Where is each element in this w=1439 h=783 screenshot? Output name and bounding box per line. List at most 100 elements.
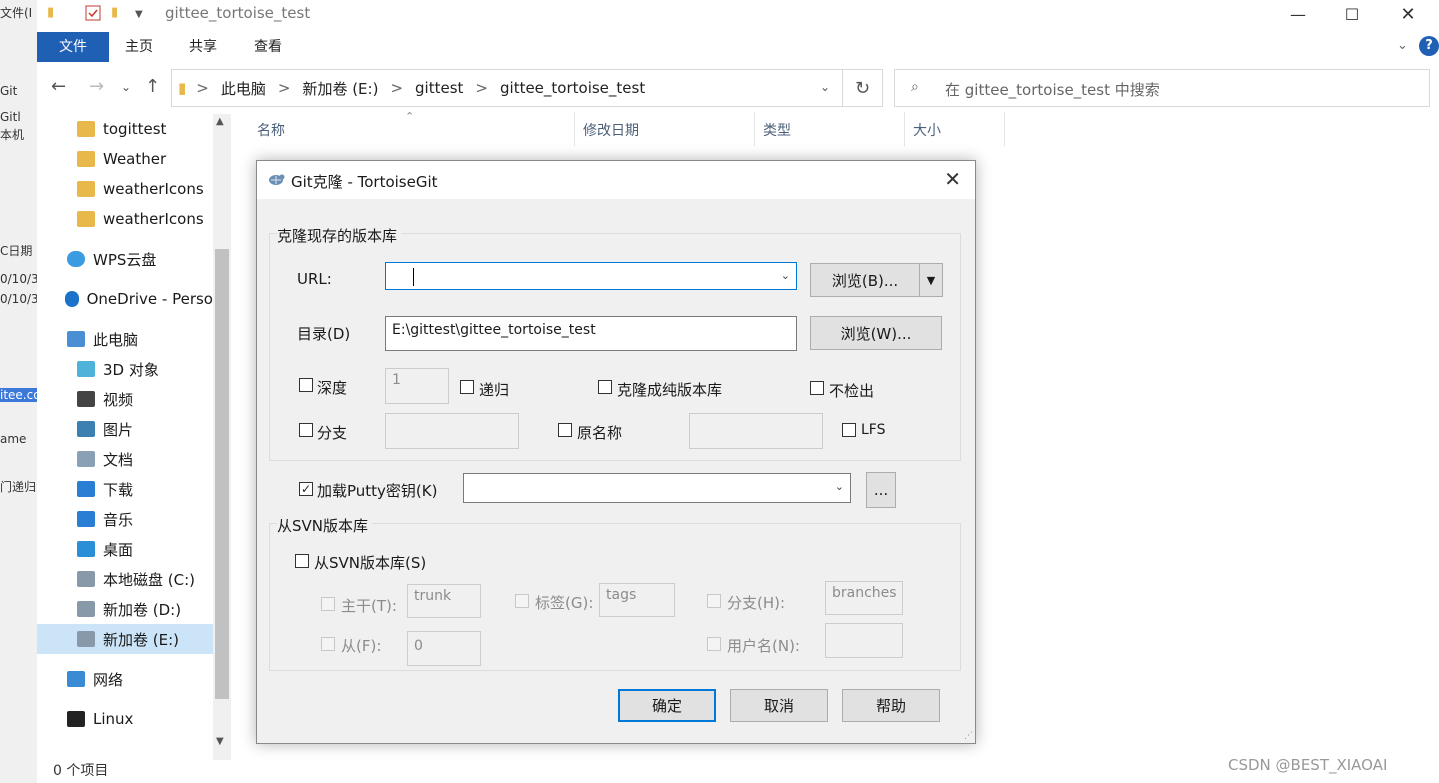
column-size[interactable]: 大小 [913, 120, 941, 140]
tags-checkbox[interactable] [515, 594, 529, 608]
trunk-input[interactable]: trunk [407, 584, 481, 618]
ribbon-expand-icon[interactable]: ⌄ [1397, 38, 1408, 53]
sidebar-item-14[interactable]: 本地磁盘 (C:) [37, 564, 213, 594]
address-dropdown-icon[interactable]: ⌄ [820, 80, 830, 94]
dialog-close-button[interactable]: ✕ [944, 167, 961, 191]
from-revision-input[interactable]: 0 [407, 631, 481, 666]
search-input[interactable]: ⌕ 在 gittee_tortoise_test 中搜索 [894, 69, 1430, 107]
branch-label: 分支 [317, 424, 348, 442]
sidebar-item-0[interactable]: togittest [37, 114, 213, 144]
column-divider[interactable] [1004, 112, 1005, 146]
sidebar-item-17[interactable]: 网络 [37, 664, 213, 694]
resize-grip-icon[interactable]: ⋰ [964, 731, 973, 741]
from-svn-checkbox[interactable] [295, 554, 309, 568]
recent-locations-icon[interactable]: ⌄ [121, 80, 131, 94]
sidebar-item-18[interactable]: Linux [37, 704, 213, 734]
trunk-checkbox[interactable] [321, 597, 335, 611]
column-divider[interactable] [574, 112, 575, 146]
load-putty-key-checkbox[interactable]: ✓ [299, 482, 313, 496]
lfs-checkbox[interactable] [842, 423, 856, 437]
minimize-button[interactable]: — [1275, 0, 1321, 28]
username-checkbox[interactable] [707, 637, 721, 651]
new-folder-icon[interactable]: ▮ [111, 5, 118, 20]
directory-input[interactable]: E:\gittest\gittee_tortoise_test [385, 316, 797, 351]
sidebar-item-4[interactable]: WPS云盘 [37, 244, 213, 274]
refresh-button[interactable]: ↻ [843, 69, 883, 107]
quick-access-dropdown-icon[interactable]: ▼ [135, 9, 143, 20]
close-button[interactable]: ✕ [1385, 0, 1431, 28]
recursive-checkbox[interactable] [460, 380, 474, 394]
scrollbar-thumb[interactable] [215, 249, 229, 699]
recursive-label: 递归 [479, 381, 510, 399]
url-label: URL: [297, 270, 332, 288]
explorer-titlebar: ▮ ▮ ▼ gittee_tortoise_test — ☐ ✕ [37, 0, 1439, 28]
from-revision-checkbox[interactable] [321, 637, 335, 651]
sidebar-item-9[interactable]: 图片 [37, 414, 213, 444]
branches-label: 分支(H): [727, 594, 786, 612]
no-checkout-checkbox[interactable] [810, 381, 824, 395]
from-revision-label: 从(F): [341, 637, 382, 655]
sidebar-item-label: 网络 [93, 670, 124, 689]
column-divider[interactable] [904, 112, 905, 146]
bg-text: 0/10/3 [0, 292, 37, 306]
branch-input[interactable] [385, 413, 519, 449]
sidebar-item-7[interactable]: 3D 对象 [37, 354, 213, 384]
breadcrumb-this-pc[interactable]: 此电脑 [221, 78, 266, 99]
column-type[interactable]: 类型 [763, 120, 791, 140]
column-name[interactable]: 名称 [257, 120, 285, 140]
sidebar-item-12[interactable]: 音乐 [37, 504, 213, 534]
sidebar-item-11[interactable]: 下载 [37, 474, 213, 504]
properties-icon[interactable] [85, 5, 101, 25]
sidebar-item-label: 图片 [103, 420, 134, 439]
ok-button[interactable]: 确定 [618, 689, 716, 722]
depth-checkbox[interactable] [299, 378, 313, 392]
sidebar-item-1[interactable]: Weather [37, 144, 213, 174]
putty-key-browse-button[interactable]: ... [866, 472, 896, 508]
up-arrow-icon[interactable]: ↑ [145, 76, 160, 97]
column-date-modified[interactable]: 修改日期 [583, 120, 639, 140]
address-bar[interactable]: ▮ > 此电脑 > 新加卷 (E:) > gittest > gittee_to… [171, 69, 843, 107]
tab-view[interactable]: 查看 [244, 32, 292, 62]
bare-repo-checkbox[interactable] [598, 380, 612, 394]
sidebar-item-6[interactable]: 此电脑 [37, 324, 213, 354]
url-combobox[interactable]: ⌄ [385, 262, 797, 290]
sidebar-item-2[interactable]: weatherIcons [37, 174, 213, 204]
browse-directory-button[interactable]: 浏览(W)... [810, 316, 942, 350]
sidebar-item-15[interactable]: 新加卷 (D:) [37, 594, 213, 624]
branches-input[interactable]: branches [825, 581, 903, 615]
chevron-down-icon[interactable]: ⌄ [781, 269, 790, 282]
tab-file[interactable]: 文件 [37, 32, 109, 62]
scroll-up-icon[interactable]: ▲ [216, 116, 224, 127]
sidebar-item-10[interactable]: 文档 [37, 444, 213, 474]
depth-input[interactable]: 1 [385, 368, 449, 404]
browse-url-button[interactable]: 浏览(B)... [810, 263, 920, 297]
help-button[interactable]: 帮助 [842, 689, 940, 722]
chevron-down-icon[interactable]: ⌄ [835, 480, 844, 493]
branches-checkbox[interactable] [707, 594, 721, 608]
tab-home[interactable]: 主页 [115, 32, 163, 62]
navigation-pane-scrollbar[interactable]: ▲ ▼ [213, 114, 231, 760]
column-divider[interactable] [754, 112, 755, 146]
tags-input[interactable]: tags [599, 583, 675, 617]
cancel-button[interactable]: 取消 [730, 689, 828, 722]
origin-name-input[interactable] [689, 413, 823, 449]
putty-key-combobox[interactable]: ⌄ [463, 473, 851, 503]
scroll-down-icon[interactable]: ▼ [216, 736, 224, 747]
username-input[interactable] [825, 623, 903, 658]
help-icon[interactable]: ? [1419, 36, 1439, 56]
sidebar-item-16[interactable]: 新加卷 (E:) [37, 624, 213, 654]
back-arrow-icon[interactable]: ← [51, 76, 66, 97]
browse-url-dropdown-button[interactable]: ▼ [919, 263, 943, 297]
breadcrumb-current-folder[interactable]: gittee_tortoise_test [500, 79, 645, 97]
branch-checkbox[interactable] [299, 423, 313, 437]
forward-arrow-icon[interactable]: → [89, 76, 104, 97]
sidebar-item-3[interactable]: weatherIcons [37, 204, 213, 234]
tab-share[interactable]: 共享 [179, 32, 227, 62]
origin-name-checkbox[interactable] [558, 423, 572, 437]
breadcrumb-gittest[interactable]: gittest [415, 79, 463, 97]
sidebar-item-5[interactable]: OneDrive - Perso [37, 284, 213, 314]
breadcrumb-drive-e[interactable]: 新加卷 (E:) [302, 78, 378, 99]
maximize-button[interactable]: ☐ [1329, 0, 1375, 28]
sidebar-item-13[interactable]: 桌面 [37, 534, 213, 564]
sidebar-item-8[interactable]: 视频 [37, 384, 213, 414]
